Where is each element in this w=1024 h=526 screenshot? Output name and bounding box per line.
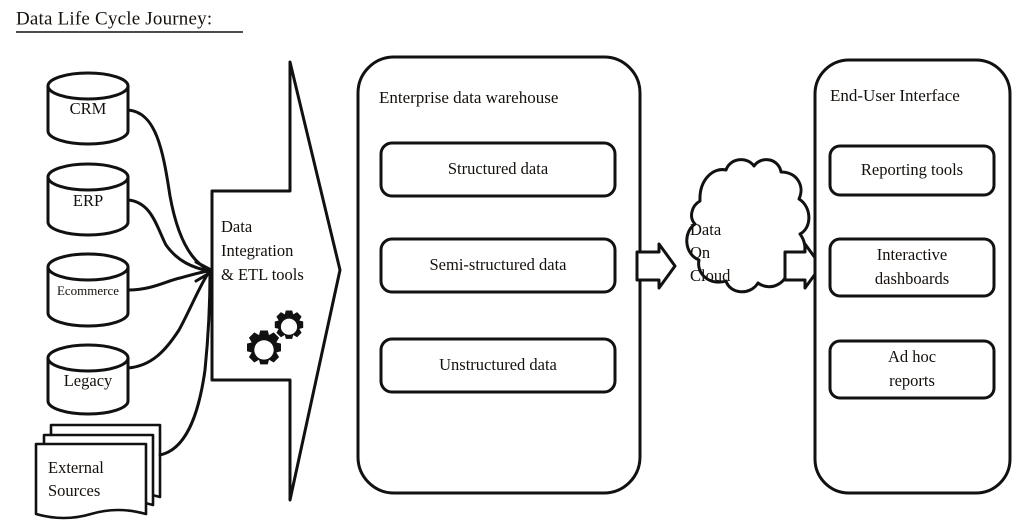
source-label-erp: ERP (73, 191, 103, 210)
warehouse-item-structured[interactable]: Structured data (379, 141, 617, 198)
end-user-interface-panel[interactable]: End-User Interface Reporting tools Inter… (813, 58, 1012, 495)
interface-item-label-line1: Interactive (877, 245, 948, 264)
interface-item-label-line1: Reporting tools (861, 160, 963, 179)
etl-label-line2: Integration (221, 241, 293, 260)
warehouse-item-label: Unstructured data (439, 355, 557, 374)
source-label-external-line1: External (48, 458, 104, 477)
etl-stage[interactable]: Data Integration & ETL tools (210, 60, 342, 502)
source-node-external-sources[interactable]: External Sources (34, 423, 162, 520)
interface-item-interactive-dashboards[interactable]: Interactive dashboards (828, 237, 996, 298)
source-node-crm[interactable]: CRM (46, 71, 130, 146)
source-label-ecommerce: Ecommerce (57, 283, 119, 298)
block-arrow-shape (635, 242, 677, 290)
cloud-label-line1: Data (690, 220, 722, 239)
page-title: Data Life Cycle Journey: (16, 8, 243, 33)
cylinder-top (46, 71, 130, 101)
warehouse-item-unstructured[interactable]: Unstructured data (379, 337, 617, 394)
diagram-canvas: Data Life Cycle Journey: CRM ERP Ecommer… (0, 0, 1024, 526)
source-node-legacy[interactable]: Legacy (46, 343, 130, 416)
data-life-cycle-diagram: Data Life Cycle Journey: CRM ERP Ecommer… (16, 8, 1012, 520)
source-label-crm: CRM (70, 99, 107, 118)
page-title-text: Data Life Cycle Journey: (16, 8, 212, 29)
source-label-external-line2: Sources (48, 481, 100, 500)
connector-legacy (126, 270, 211, 370)
interface-item-reporting-tools[interactable]: Reporting tools (828, 144, 996, 197)
source-node-erp[interactable]: ERP (46, 162, 130, 237)
cylinder-top (46, 343, 130, 373)
interface-item-ad-hoc-reports[interactable]: Ad hoc reports (828, 339, 996, 400)
etl-label-line1: Data (221, 217, 253, 236)
cylinder-top (46, 252, 130, 282)
interface-item-label-line2: dashboards (875, 269, 949, 288)
source-node-ecommerce[interactable]: Ecommerce (46, 252, 130, 328)
warehouse-panel-title: Enterprise data warehouse (379, 88, 558, 107)
warehouse-item-label: Structured data (448, 159, 549, 178)
cylinder-top (46, 162, 130, 192)
cloud-label-line3: Cloud (690, 266, 731, 285)
interface-item-label-line1: Ad hoc (888, 347, 936, 366)
interface-item-label-line2: reports (889, 371, 935, 390)
warehouse-item-semi-structured[interactable]: Semi-structured data (379, 237, 617, 294)
source-label-legacy: Legacy (64, 371, 113, 390)
enterprise-data-warehouse-panel[interactable]: Enterprise data warehouse Structured dat… (356, 55, 642, 495)
connector-external-sources (158, 271, 212, 457)
block-arrow-warehouse-to-cloud (635, 242, 677, 290)
interface-panel-title: End-User Interface (830, 86, 960, 105)
connector-sources-to-etl (126, 108, 215, 457)
warehouse-item-label: Semi-structured data (430, 255, 568, 274)
cloud-label-line2: On (690, 243, 710, 262)
etl-label-line3: & ETL tools (221, 265, 304, 284)
